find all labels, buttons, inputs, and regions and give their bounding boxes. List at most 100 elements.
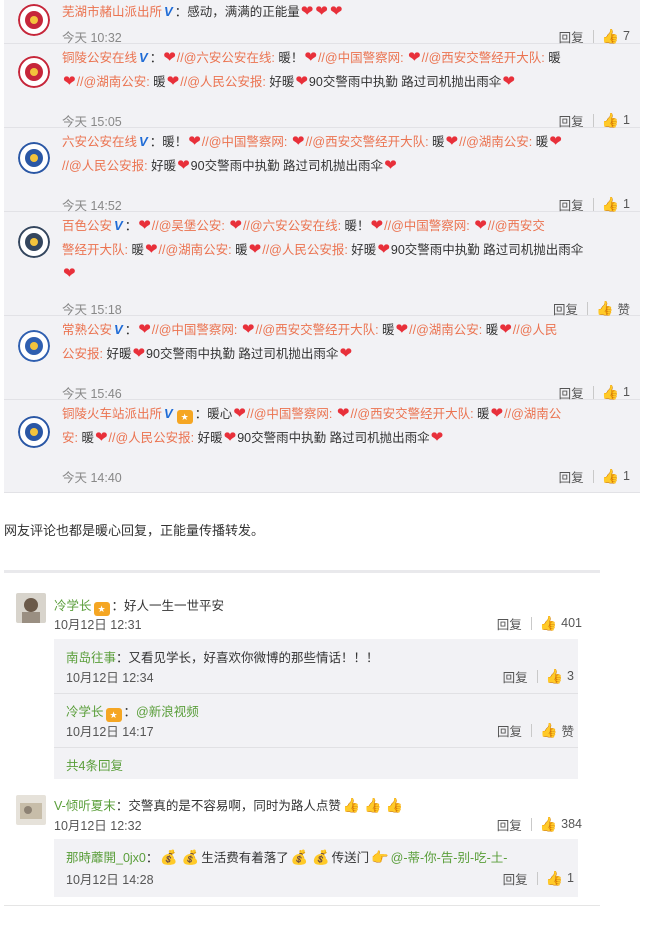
reply-button[interactable]: 回复 <box>503 869 528 888</box>
thumbs-up-icon[interactable]: 👍 <box>596 300 613 317</box>
thumbs-up-icon[interactable]: 👍 <box>546 870 563 887</box>
mention-link[interactable]: //@西安交警经开大队: <box>422 51 545 65</box>
more-replies-link[interactable]: 共4条回复 <box>66 755 123 774</box>
thumbs-up-icon[interactable]: 👍 <box>602 28 619 45</box>
thumbs-up-icon[interactable]: 👍 <box>602 196 619 213</box>
money-bag-icon: 💰 <box>181 849 200 865</box>
comment-text: 暖 <box>231 243 248 257</box>
comment-text: 暖 <box>482 323 499 337</box>
comment-text: 暖 <box>473 407 490 421</box>
sub-reply-box: 南岛往事：又看见学长，好喜欢你微博的那些情话！！！ 10月12日 12:34 回… <box>54 639 578 779</box>
mention-link[interactable]: //@西安交警经开大队: <box>255 323 378 337</box>
comment-body: 常熟公安 V ：❤//@中国警察网: ❤//@西安交警经开大队: 暖❤//@湖南公安… <box>62 316 630 366</box>
thumbs-up-icon[interactable]: 👍 <box>546 668 563 685</box>
mention-link[interactable]: //@人民公安报: <box>109 431 195 445</box>
avatar[interactable] <box>16 795 46 825</box>
comment-username[interactable]: 铜陵公安在线 <box>62 51 137 65</box>
comment-text <box>287 135 290 149</box>
thumbs-up-icon[interactable]: 👍 <box>540 816 557 833</box>
mention-link[interactable]: //@湖南公安: <box>159 243 232 257</box>
like-count[interactable]: 1 <box>623 469 630 483</box>
mention-link[interactable]: //@中国警察网: <box>384 219 470 233</box>
reply-button[interactable]: 回复 <box>559 111 584 130</box>
avatar[interactable] <box>18 226 50 258</box>
comment-text: 90交警雨中执勤 路过司机抛出雨伞 <box>190 159 384 173</box>
avatar[interactable] <box>18 330 50 362</box>
mention-link[interactable]: //@人民公安报: <box>62 159 148 173</box>
reply-button[interactable]: 回复 <box>559 467 584 486</box>
mention-link[interactable]: @新浪视频 <box>136 705 199 719</box>
like-count[interactable]: 1 <box>623 113 630 127</box>
reply-button[interactable]: 回复 <box>559 27 584 46</box>
reply-username[interactable]: 南岛往事 <box>66 651 116 665</box>
mention-link[interactable]: //@湖南公安: <box>77 75 150 89</box>
comment-meta: 今天 15:18 回复 👍 赞 <box>62 298 630 318</box>
divider <box>592 469 594 483</box>
comment-username[interactable]: V-倾听夏末 <box>54 799 116 813</box>
like-count[interactable]: 1 <box>623 385 630 399</box>
avatar[interactable] <box>18 416 50 448</box>
like-count[interactable]: 384 <box>561 817 582 831</box>
thumbs-up-emoji-icon: 👍 <box>385 797 404 813</box>
mention-link[interactable]: //@中国警察网: <box>202 135 288 149</box>
comment-text: 暖 <box>149 75 166 89</box>
reply-button[interactable]: 回复 <box>497 614 522 633</box>
mention-link[interactable]: //@西安交警经开大队: <box>350 407 473 421</box>
mention-link[interactable]: //@人民公安报: <box>180 75 266 89</box>
avatar[interactable] <box>18 56 50 88</box>
thumbs-up-icon[interactable]: 👍 <box>602 112 619 129</box>
reply-button[interactable]: 回复 <box>553 299 578 318</box>
like-count[interactable]: 1 <box>567 871 574 885</box>
thumbs-up-icon[interactable]: 👍 <box>540 615 557 632</box>
mention-link[interactable]: //@六安公安在线: <box>177 51 275 65</box>
mention-link[interactable]: //@湖南公 <box>504 407 561 421</box>
like-count[interactable]: 赞 <box>561 721 574 740</box>
reply-button[interactable]: 回复 <box>559 383 584 402</box>
comment-username[interactable]: 百色公安 <box>62 219 112 233</box>
mention-link[interactable]: //@人民 <box>513 323 558 337</box>
reply-button[interactable]: 回复 <box>503 667 528 686</box>
mention-link[interactable]: //@中国警察网: <box>318 51 404 65</box>
mention-link[interactable]: //@吴堡公安: <box>152 219 225 233</box>
mention-link[interactable]: 安: <box>62 431 78 445</box>
heart-icon: ❤ <box>295 73 308 90</box>
mention-link[interactable]: //@西安交 <box>488 219 545 233</box>
reply-button[interactable]: 回复 <box>497 721 522 740</box>
reply-username[interactable]: 那時蘼開_0jx0 <box>66 851 146 865</box>
mention-link[interactable]: 警经开大队: <box>62 243 128 257</box>
avatar[interactable] <box>18 4 50 36</box>
heart-icon: ❤ <box>166 73 180 90</box>
comment-body: 铜陵公安在线 V ：❤//@六安公安在线: 暖！❤//@中国警察网: ❤//@西安交… <box>62 44 630 94</box>
like-count[interactable]: 401 <box>561 616 582 630</box>
comment-username[interactable]: 冷学长 <box>54 599 92 613</box>
mention-link[interactable]: //@人民公安报: <box>262 243 348 257</box>
reply-button[interactable]: 回复 <box>559 195 584 214</box>
comment-username[interactable]: 常熟公安 <box>62 323 112 337</box>
thumbs-up-icon[interactable]: 👍 <box>602 468 619 485</box>
like-count[interactable]: 3 <box>567 669 574 683</box>
mention-link[interactable]: //@中国警察网: <box>247 407 333 421</box>
like-count[interactable]: 赞 <box>617 299 630 318</box>
mention-link[interactable]: //@西安交警经开大队: <box>305 135 428 149</box>
comment-username[interactable]: 六安公安在线 <box>62 135 137 149</box>
comment-item: 铜陵公安在线 V ：❤//@六安公安在线: 暖！❤//@中国警察网: ❤//@西安交… <box>4 44 640 130</box>
mention-link[interactable]: 公安报: <box>62 347 103 361</box>
thumbs-up-emoji-icon: 👍 <box>342 797 361 813</box>
mention-link[interactable]: //@湖南公安: <box>459 135 532 149</box>
thumbs-up-icon[interactable]: 👍 <box>602 384 619 401</box>
comment-username[interactable]: 铜陵火车站派出所 <box>62 407 162 421</box>
reply-username[interactable]: 冷学长 <box>66 705 104 719</box>
avatar[interactable] <box>16 593 46 623</box>
avatar[interactable] <box>18 142 50 174</box>
mention-link[interactable]: //@中国警察网: <box>152 323 238 337</box>
divider <box>530 616 532 630</box>
thumbs-up-icon[interactable]: 👍 <box>540 722 557 739</box>
mention-link[interactable]: @-蒂-你-告-别-吃-土- <box>391 851 508 865</box>
like-count[interactable]: 7 <box>623 29 630 43</box>
mention-link[interactable]: //@湖南公安: <box>409 323 482 337</box>
heart-icon: ❤ <box>408 49 421 66</box>
mention-link[interactable]: //@六安公安在线: <box>243 219 341 233</box>
reply-button[interactable]: 回复 <box>497 815 522 834</box>
like-count[interactable]: 1 <box>623 197 630 211</box>
comment-username[interactable]: 芜湖市赭山派出所 <box>62 5 162 19</box>
